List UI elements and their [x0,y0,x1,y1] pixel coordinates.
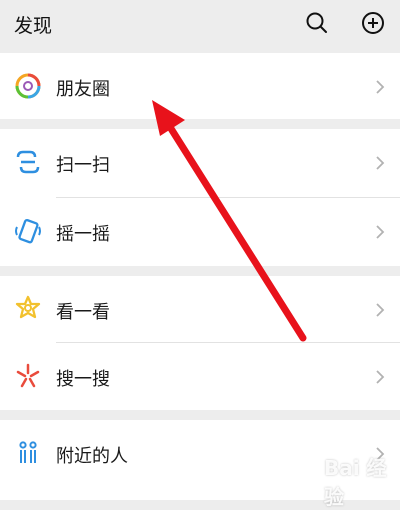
watermark: Bai 经验 [280,446,400,509]
chevron-right-icon [376,303,385,317]
search-icon[interactable] [304,10,330,36]
page-title: 发现 [14,15,53,37]
menu-item-scan[interactable]: 扫一扫 [0,129,400,197]
menu-item-label: 扫一扫 [56,155,110,176]
nearby-people-icon [19,441,37,463]
top-bar: 发现 [0,0,400,50]
menu-group-scan-shake: 扫一扫 摇一摇 [0,129,400,266]
shake-icon [15,218,41,244]
menu-item-shake[interactable]: 摇一摇 [0,198,400,266]
menu-item-label: 摇一摇 [56,224,110,245]
menu-item-label: 朋友圈 [56,79,110,100]
menu-item-label: 附近的人 [56,446,128,467]
menu-item-moments[interactable]: 朋友圈 [0,53,400,119]
search-spark-icon [16,363,40,388]
menu-item-top-stories[interactable]: 看一看 [0,276,400,344]
menu-item-search[interactable]: 搜一搜 [0,343,400,411]
chevron-right-icon [376,156,385,170]
menu-item-label: 看一看 [56,302,110,323]
add-circle-icon[interactable] [360,10,386,36]
top-stories-icon [15,295,41,319]
menu-group-stories-search: 看一看 搜一搜 [0,276,400,410]
chevron-right-icon [376,225,385,239]
chevron-right-icon [376,80,385,94]
scan-icon [16,150,40,174]
menu-item-label: 搜一搜 [56,369,110,390]
moments-icon [15,73,41,99]
chevron-right-icon [376,370,385,384]
menu-group-moments: 朋友圈 [0,53,400,119]
paw-logo-icon [286,449,315,479]
watermark-text: Bai 经验 [324,456,387,509]
